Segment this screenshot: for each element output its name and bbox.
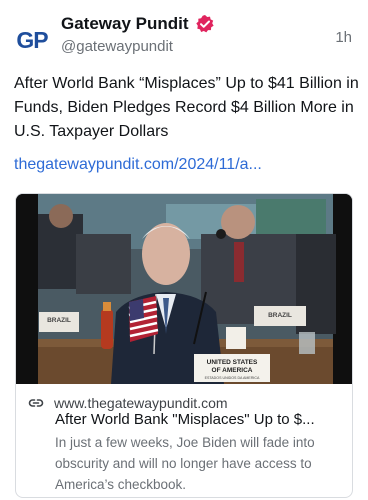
- link-preview-card[interactable]: BRAZIL BRAZIL UNITED STATES OF AMERICA E…: [15, 193, 353, 498]
- card-domain: www.thegatewaypundit.com: [54, 395, 228, 411]
- card-description: In just a few weeks, Joe Biden will fade…: [55, 435, 315, 492]
- post-text: After World Bank “Misplaces” Up to $41 B…: [14, 75, 359, 140]
- post-timestamp[interactable]: 1h: [335, 29, 352, 46]
- card-image[interactable]: BRAZIL BRAZIL UNITED STATES OF AMERICA E…: [16, 194, 352, 384]
- card-description-block: In just a few weeks, Joe Biden will fade…: [55, 432, 345, 495]
- link-icon: [28, 395, 44, 411]
- post-link[interactable]: thegatewaypundit.com/2024/11/a...: [14, 156, 359, 174]
- placard-line-1: UNITED STATES: [207, 359, 258, 366]
- image-sign-right: BRAZIL: [268, 312, 292, 319]
- avatar-logo: GP: [16, 26, 48, 53]
- placard-line-2: OF AMERICA: [212, 367, 253, 374]
- post-header: GP Gateway Pundit @gatewaypundit 1h: [0, 0, 368, 70]
- verified-badge-icon: [195, 14, 215, 34]
- author-row: Gateway Pundit: [61, 14, 215, 34]
- author-handle[interactable]: @gatewaypundit: [61, 38, 173, 55]
- image-sign-left: BRAZIL: [47, 317, 71, 324]
- placard-line-3: ESTADOS UNIDOS DA AMERICA: [205, 376, 260, 380]
- author-name[interactable]: Gateway Pundit: [61, 14, 189, 34]
- avatar[interactable]: GP: [14, 22, 50, 58]
- card-domain-row: www.thegatewaypundit.com: [28, 395, 228, 411]
- card-title[interactable]: After World Bank "Misplaces" Up to $...: [55, 411, 345, 428]
